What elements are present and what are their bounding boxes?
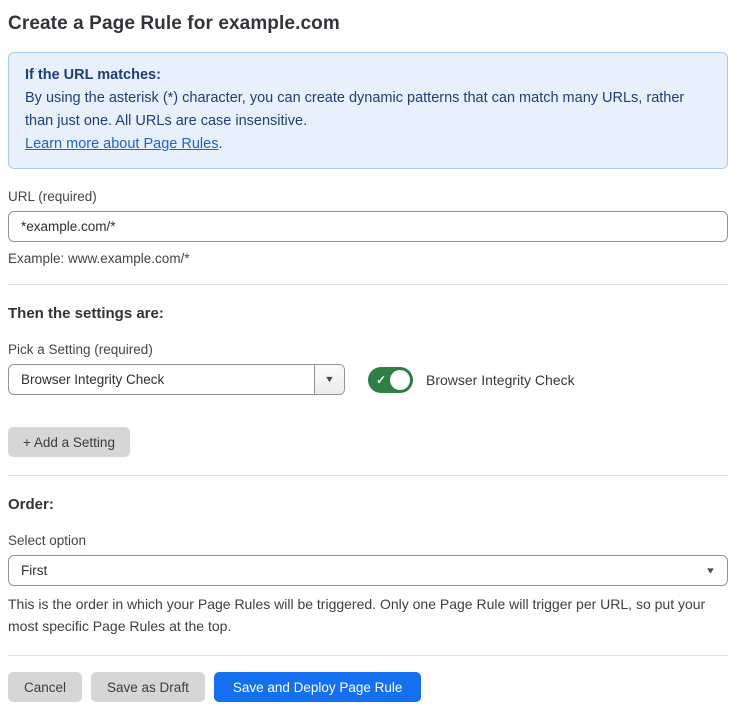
divider [8, 284, 728, 285]
settings-section-heading: Then the settings are: [8, 305, 728, 322]
divider [8, 655, 728, 656]
link-suffix: . [218, 136, 222, 152]
browser-integrity-check-toggle[interactable]: ✓ [368, 367, 413, 393]
save-as-draft-button[interactable]: Save as Draft [91, 672, 205, 702]
url-example-text: Example: www.example.com/* [8, 251, 728, 266]
save-and-deploy-button[interactable]: Save and Deploy Page Rule [214, 672, 422, 702]
check-icon: ✓ [376, 374, 386, 386]
divider [8, 475, 728, 476]
footer-actions: Cancel Save as Draft Save and Deploy Pag… [8, 672, 728, 702]
order-help-text: This is the order in which your Page Rul… [8, 593, 728, 637]
order-select-value: First [21, 563, 47, 578]
toggle-knob [390, 370, 410, 390]
cancel-button[interactable]: Cancel [8, 672, 82, 702]
add-setting-button[interactable]: + Add a Setting [8, 427, 130, 457]
info-box-link-line: Learn more about Page Rules. [25, 133, 711, 156]
url-match-info-box: If the URL matches: By using the asteris… [8, 52, 728, 169]
setting-dropdown-arrow-button[interactable]: ▼ [314, 365, 344, 394]
info-box-heading: If the URL matches: [25, 64, 711, 87]
order-select[interactable]: First ▼ [8, 555, 728, 586]
info-box-body: By using the asterisk (*) character, you… [25, 87, 711, 133]
chevron-down-icon: ▼ [705, 566, 716, 575]
setting-dropdown[interactable]: Browser Integrity Check ▼ [8, 364, 345, 395]
setting-picker-label: Pick a Setting (required) [8, 342, 728, 357]
order-select-label: Select option [8, 533, 728, 548]
url-input[interactable] [8, 211, 728, 242]
toggle-label: Browser Integrity Check [426, 372, 575, 388]
page-rule-form: Create a Page Rule for example.com If th… [0, 0, 750, 702]
chevron-down-icon: ▼ [324, 375, 335, 384]
url-field-label: URL (required) [8, 189, 728, 204]
setting-dropdown-value: Browser Integrity Check [9, 365, 314, 394]
learn-more-link[interactable]: Learn more about Page Rules [25, 136, 218, 152]
order-section-heading: Order: [8, 496, 728, 513]
setting-row: Browser Integrity Check ▼ ✓ Browser Inte… [8, 364, 728, 395]
page-title: Create a Page Rule for example.com [8, 13, 728, 35]
